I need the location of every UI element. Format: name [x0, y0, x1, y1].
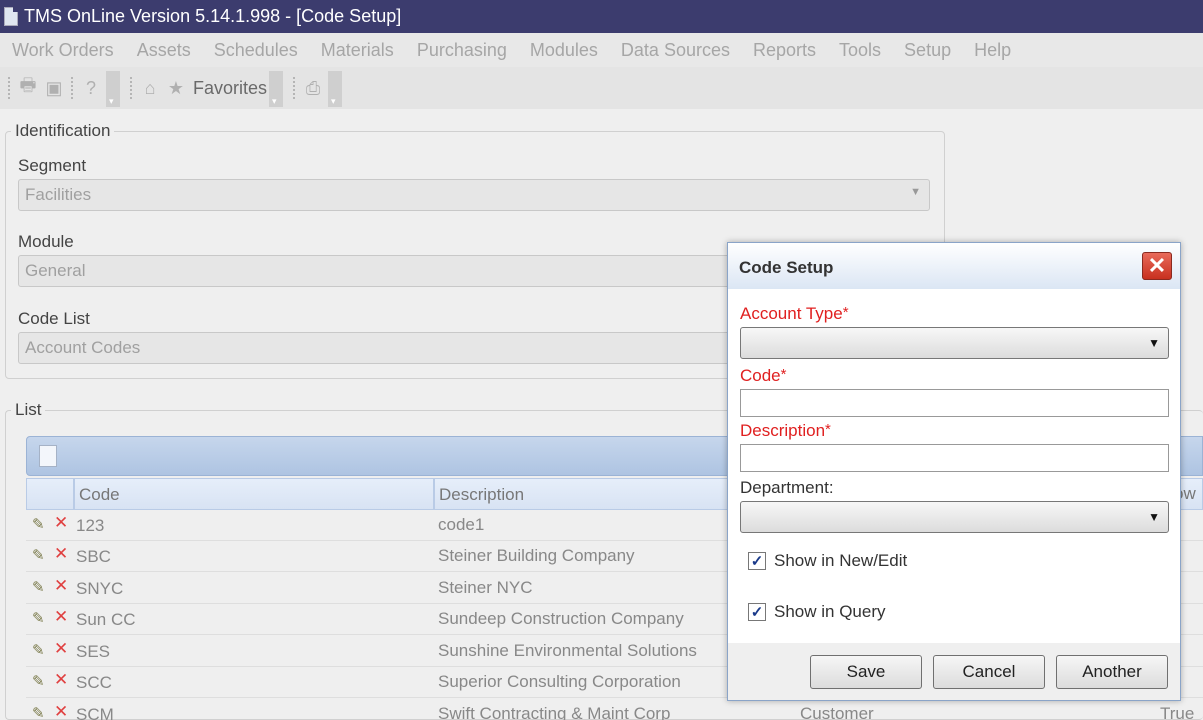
description-label-text: Description — [740, 421, 826, 440]
description-input[interactable] — [740, 444, 1169, 472]
menu-materials[interactable]: Materials — [309, 40, 405, 61]
menu-tools[interactable]: Tools — [827, 40, 892, 61]
menu-purchasing[interactable]: Purchasing — [405, 40, 518, 61]
chevron-down-icon: ▼ — [1148, 336, 1160, 350]
code-label: Code* — [740, 366, 786, 386]
menu-bar: Work Orders Assets Schedules Materials P… — [0, 33, 1203, 67]
menu-schedules[interactable]: Schedules — [202, 40, 309, 61]
document-icon — [4, 7, 18, 26]
title-bar: TMS OnLine Version 5.14.1.998 - [Code Se… — [0, 0, 1203, 33]
account-type-label: Account Type* — [740, 304, 849, 324]
code-setup-dialog: Code Setup ✕ Account Type* ▼ Code* Descr… — [727, 242, 1181, 701]
menu-work-orders[interactable]: Work Orders — [0, 40, 125, 61]
dialog-footer: Save Cancel Another — [728, 643, 1180, 700]
show-query-checkbox[interactable]: ✓ — [748, 603, 766, 621]
menu-data-sources[interactable]: Data Sources — [609, 40, 741, 61]
dialog-title: Code Setup — [728, 243, 1180, 289]
show-new-edit-label: Show in New/Edit — [774, 551, 908, 570]
another-button[interactable]: Another — [1056, 655, 1168, 689]
show-new-edit-checkbox[interactable]: ✓ — [748, 552, 766, 570]
required-mark: * — [780, 366, 787, 383]
menu-setup[interactable]: Setup — [892, 40, 962, 61]
menu-help[interactable]: Help — [962, 40, 1022, 61]
close-button[interactable]: ✕ — [1142, 252, 1172, 280]
required-mark: * — [842, 304, 849, 321]
show-query-row: ✓ Show in Query — [748, 602, 886, 622]
chevron-down-icon: ▼ — [1148, 510, 1160, 524]
account-type-select[interactable]: ▼ — [740, 327, 1169, 359]
window-title: TMS OnLine Version 5.14.1.998 - [Code Se… — [24, 6, 402, 26]
code-input[interactable] — [740, 389, 1169, 417]
save-button[interactable]: Save — [810, 655, 922, 689]
close-icon: ✕ — [1147, 253, 1167, 278]
cancel-button[interactable]: Cancel — [933, 655, 1045, 689]
menu-modules[interactable]: Modules — [518, 40, 609, 61]
show-new-edit-row: ✓ Show in New/Edit — [748, 551, 907, 571]
menu-reports[interactable]: Reports — [741, 40, 827, 61]
description-label: Description* — [740, 421, 831, 441]
department-label: Department: — [740, 478, 834, 497]
show-query-label: Show in Query — [774, 602, 886, 621]
account-type-label-text: Account Type — [740, 304, 843, 323]
required-mark: * — [825, 421, 831, 438]
menu-assets[interactable]: Assets — [125, 40, 202, 61]
department-select[interactable]: ▼ — [740, 501, 1169, 533]
code-label-text: Code — [740, 366, 781, 385]
